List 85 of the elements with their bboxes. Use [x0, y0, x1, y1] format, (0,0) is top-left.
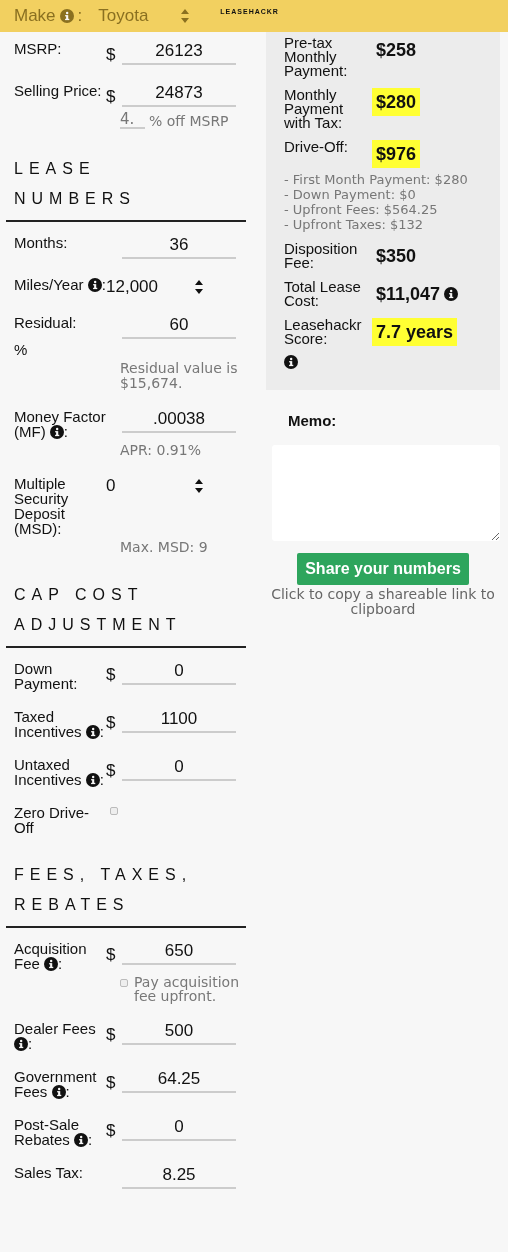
dollar-sign: $	[106, 87, 114, 107]
number-input[interactable]: 0	[122, 1117, 236, 1141]
result-value: $976	[372, 140, 421, 168]
number-input[interactable]: 64.25	[122, 1069, 236, 1093]
info-icon[interactable]	[74, 1133, 89, 1147]
breakdown-line: - First Month Payment: $280	[284, 172, 469, 187]
breakdown-line: - Down Payment: $0	[284, 187, 417, 202]
breakdown-line: - Upfront Taxes: $132	[284, 217, 425, 232]
number-input[interactable]: 650	[122, 941, 236, 965]
number-input[interactable]: 1100	[122, 709, 236, 733]
field-label: Government Fees :	[14, 1069, 98, 1099]
percent-label: % off MSRP	[149, 113, 229, 129]
breakdown-line: - Upfront Fees: $564.25	[284, 202, 439, 217]
field-label: Multiple Security Deposit (MSD):	[14, 476, 70, 536]
select-field[interactable]: 12,000	[106, 277, 204, 297]
field-label: Acquisition Fee :	[14, 941, 88, 971]
dollar-sign: $	[106, 45, 114, 65]
result-value: $350	[375, 245, 418, 268]
info-icon[interactable]	[49, 425, 64, 439]
number-input[interactable]: 60	[122, 315, 236, 339]
result-label: Leasehackr Score:	[284, 318, 363, 346]
info-icon[interactable]	[51, 1085, 66, 1099]
percent-input[interactable]: 4.	[120, 111, 145, 129]
number-input[interactable]: 0	[122, 661, 236, 685]
field-label: Zero Drive-Off	[14, 805, 90, 835]
info-icon[interactable]	[85, 725, 100, 739]
result-value: $11,047	[372, 280, 463, 308]
memo-label: Memo:	[288, 411, 338, 431]
unit-label: %	[14, 342, 29, 357]
field-label: Miles/Year :	[14, 277, 106, 292]
dollar-sign: $	[106, 945, 114, 965]
info-icon[interactable]	[284, 355, 298, 369]
result-label: Total Lease Cost:	[284, 280, 362, 308]
select-field[interactable]: 0	[106, 476, 204, 496]
share-hint: Click to copy a shareable link to clipboard	[270, 586, 496, 617]
field-label: Months:	[14, 235, 69, 250]
result-label: Monthly Payment with Tax:	[284, 88, 345, 130]
field-note: APR: 0.91%	[120, 443, 202, 458]
number-input[interactable]: 8.25	[122, 1165, 236, 1189]
info-icon[interactable]	[44, 957, 59, 971]
field-label: Sales Tax:	[14, 1165, 84, 1180]
checkbox[interactable]	[110, 807, 118, 815]
info-icon[interactable]	[87, 278, 102, 292]
updown-icon	[180, 8, 191, 24]
number-input[interactable]: .00038	[122, 409, 236, 433]
field-label: Untaxed Incentives :	[14, 757, 105, 787]
field-note: Residual value is $15,674.	[120, 361, 239, 391]
dollar-sign: $	[106, 1073, 114, 1093]
field-label: Post-Sale Rebates :	[14, 1117, 94, 1147]
field-label: Dealer Fees :	[14, 1021, 97, 1051]
field-note: Max. MSD: 9	[120, 540, 209, 555]
result-value: 7.7 years	[372, 318, 458, 346]
number-input[interactable]: 500	[122, 1021, 236, 1045]
result-label: Disposition Fee:	[284, 242, 359, 270]
info-icon[interactable]	[14, 1037, 28, 1051]
make-label: Make :	[14, 5, 83, 28]
dollar-sign: $	[106, 1121, 114, 1141]
number-input[interactable]: 36	[122, 235, 236, 259]
number-input[interactable]: 0	[122, 757, 236, 781]
dollar-sign: $	[106, 1025, 114, 1045]
field-label: Selling Price:	[14, 83, 103, 98]
field-label: Residual:	[14, 315, 78, 330]
result-value: $258	[375, 39, 418, 62]
section-heading: LEASE NUMBERS	[6, 154, 246, 222]
updown-icon	[194, 279, 204, 295]
dollar-sign: $	[106, 713, 114, 733]
result-value: $280	[372, 88, 421, 116]
dollar-sign: $	[106, 665, 114, 685]
dollar-sign: $	[106, 761, 114, 781]
checkbox-label: Pay acquisition fee upfront.	[134, 975, 241, 1003]
field-label: Money Factor (MF) :	[14, 409, 106, 439]
result-label: Pre-tax Monthly Payment:	[284, 36, 349, 78]
info-icon[interactable]	[85, 773, 100, 787]
section-heading: CAP COST ADJUSTMENT	[6, 580, 246, 648]
field-label: MSRP:	[14, 41, 63, 56]
checkbox[interactable]	[120, 979, 128, 987]
number-input[interactable]: 26123	[122, 41, 236, 65]
memo-field[interactable]	[272, 444, 500, 541]
number-input[interactable]: 24873	[122, 83, 236, 107]
field-label: Taxed Incentives :	[14, 709, 105, 739]
updown-icon	[194, 478, 204, 494]
result-label: Drive-Off:	[284, 140, 349, 154]
field-label: Down Payment:	[14, 661, 79, 691]
info-icon[interactable]	[444, 287, 459, 301]
section-heading: FEES, TAXES, REBATES	[6, 860, 246, 928]
